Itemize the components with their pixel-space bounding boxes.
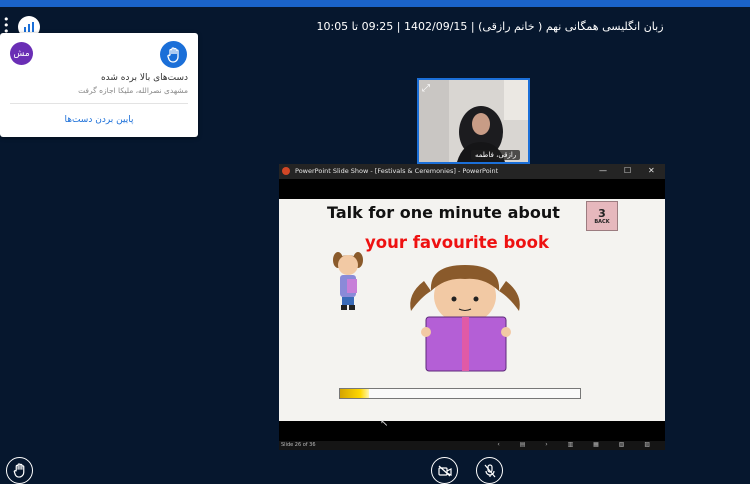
slide-counter: Slide 26 of 36	[281, 442, 316, 448]
notification-subtitle: مشهدی نصرالله، ملیکا اجازه گرفت	[78, 86, 188, 95]
slide-subheading: your favourite book	[365, 233, 549, 252]
top-bar	[0, 0, 750, 7]
timer-progress-fill	[340, 389, 369, 398]
mouse-cursor-icon: ↖	[380, 418, 389, 429]
back-number: 3	[598, 206, 606, 220]
ppt-titlebar: PowerPoint Slide Show - [Festivals & Cer…	[279, 164, 665, 179]
slide-heading: Talk for one minute about	[327, 203, 560, 222]
powerpoint-window: PowerPoint Slide Show - [Festivals & Cer…	[279, 164, 665, 450]
bar-chart-icon	[24, 22, 34, 32]
timer-progress-bar	[339, 388, 581, 399]
expand-icon[interactable]: ⤢	[422, 83, 430, 94]
avatar: مش	[10, 42, 33, 65]
participant-name: رازقی، فاطمه	[471, 150, 521, 160]
notification-title: دست‌های بالا برده شده	[100, 73, 188, 83]
girl-reading-illustration	[410, 265, 520, 372]
slide: Talk for one minute about your favourite…	[279, 199, 665, 421]
ppt-status-bar: Slide 26 of 36 ‹ ▤ › ▥ ▦ ▧ ▨	[279, 441, 665, 450]
hand-raise-icon	[13, 463, 24, 478]
session-title: زبان انگلیسی همگانی نهم ( خانم رازقی) | …	[316, 20, 664, 33]
minimize-icon[interactable]: —	[599, 166, 607, 175]
maximize-icon[interactable]: ☐	[624, 166, 631, 175]
ppt-window-title: PowerPoint Slide Show - [Festivals & Cer…	[295, 167, 499, 175]
webcam-tile[interactable]: ⤢ رازقی، فاطمه	[417, 78, 530, 164]
hand-raise-icon	[160, 41, 187, 68]
close-icon[interactable]: ✕	[648, 166, 655, 175]
small-girl-illustration	[333, 252, 363, 310]
slideshow-controls[interactable]: ‹ ▤ › ▥ ▦ ▧ ▨	[497, 441, 659, 448]
back-label: BACK	[594, 218, 610, 225]
back-button[interactable]: 3 BACK	[586, 201, 618, 231]
powerpoint-icon	[282, 167, 290, 175]
divider	[10, 103, 188, 104]
raised-hands-notification: مش دست‌های بالا برده شده مشهدی نصرالله، …	[0, 33, 198, 137]
lower-hands-button[interactable]: پایین بردن دست‌ها	[0, 115, 198, 125]
webcam-off-icon	[437, 465, 452, 476]
mic-off-icon	[484, 463, 495, 477]
